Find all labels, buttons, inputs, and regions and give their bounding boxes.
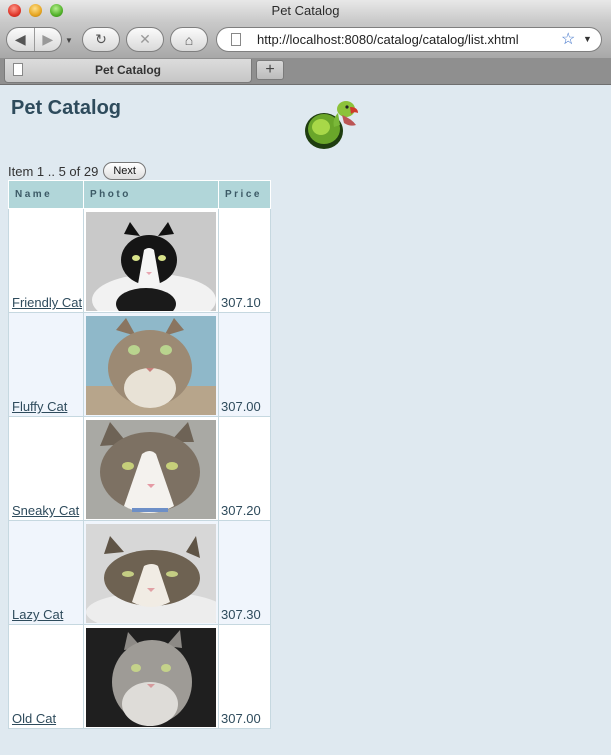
cat-tabby-looking-up-icon (86, 316, 216, 415)
home-icon: ⌂ (184, 31, 194, 48)
minimize-window-button[interactable] (29, 4, 42, 17)
cat-black-white-icon (86, 212, 216, 311)
page-title: Pet Catalog (11, 97, 122, 119)
price-cell: 307.00 (218, 624, 271, 729)
table-row: Old Cat 307.00 (8, 624, 271, 729)
pet-name-link[interactable]: Fluffy Cat (12, 399, 67, 414)
home-button[interactable]: ⌂ (170, 27, 208, 52)
bookmark-star-icon[interactable]: ☆ (561, 28, 575, 51)
column-header-price: Price (218, 180, 271, 209)
window-title: Pet Catalog (271, 3, 340, 18)
pager-status: Item 1 .. 5 of 29 (8, 163, 99, 179)
photo-cell (83, 624, 219, 729)
table-row: Friendly Cat 307.10 (8, 208, 271, 313)
cat-tabby-white-icon (86, 420, 216, 519)
table-row: Lazy Cat 307.30 (8, 520, 271, 625)
price-cell: 307.30 (218, 520, 271, 625)
photo-cell (83, 520, 219, 625)
pet-name-link[interactable]: Old Cat (12, 711, 56, 726)
parrot-logo-icon (305, 101, 358, 149)
tab-label: Pet Catalog (94, 63, 161, 77)
name-cell: Sneaky Cat (8, 416, 84, 521)
page-icon (13, 63, 23, 76)
table-row: Sneaky Cat 307.20 (8, 416, 271, 521)
window-titlebar: Pet Catalog (0, 0, 611, 22)
photo-cell (83, 416, 219, 521)
name-cell: Lazy Cat (8, 520, 84, 625)
pet-table: Name Photo Price Friendly Cat 307.10 Flu… (8, 180, 271, 729)
url-text: http://localhost:8080/catalog/catalog/li… (257, 32, 519, 47)
stop-button[interactable]: ✕ (126, 27, 164, 52)
tab-bar: Pet Catalog + (0, 58, 611, 85)
page-icon (231, 33, 241, 46)
close-window-button[interactable] (8, 4, 21, 17)
stop-icon: ✕ (139, 31, 151, 47)
next-button[interactable]: Next (103, 162, 146, 180)
pager: Item 1 .. 5 of 29 Next (8, 162, 146, 180)
table-row: Fluffy Cat 307.00 (8, 312, 271, 417)
photo-cell (83, 208, 219, 313)
back-forward-group: ◀ ▶ (6, 27, 62, 52)
zoom-window-button[interactable] (50, 4, 63, 17)
table-header-row: Name Photo Price (8, 180, 271, 209)
plus-icon: + (265, 61, 275, 78)
tab-pet-catalog[interactable]: Pet Catalog (4, 59, 252, 83)
url-dropdown-icon[interactable]: ▼ (583, 28, 592, 51)
address-bar[interactable]: http://localhost:8080/catalog/catalog/li… (216, 27, 602, 52)
price-cell: 307.20 (218, 416, 271, 521)
history-dropdown-icon[interactable]: ▼ (65, 36, 73, 45)
name-cell: Friendly Cat (8, 208, 84, 313)
pet-name-link[interactable]: Friendly Cat (12, 295, 82, 310)
reload-button[interactable]: ↻ (82, 27, 120, 52)
back-icon[interactable]: ◀ (7, 31, 34, 48)
new-tab-button[interactable]: + (256, 60, 284, 80)
column-header-name: Name (8, 180, 84, 209)
column-header-photo: Photo (83, 180, 219, 209)
name-cell: Fluffy Cat (8, 312, 84, 417)
cat-lying-tabby-icon (86, 524, 216, 623)
price-cell: 307.10 (218, 208, 271, 313)
pet-name-link[interactable]: Sneaky Cat (12, 503, 79, 518)
forward-icon[interactable]: ▶ (34, 31, 61, 48)
pet-name-link[interactable]: Lazy Cat (12, 607, 63, 622)
reload-icon: ↻ (95, 31, 107, 47)
photo-cell (83, 312, 219, 417)
page-content: Pet Catalog Item 1 .. 5 of 29 Next Name … (0, 85, 611, 755)
browser-toolbar: ◀ ▶ ▼ ↻ ✕ ⌂ http://localhost:8080/catalo… (0, 22, 611, 58)
name-cell: Old Cat (8, 624, 84, 729)
cat-grey-fluffy-icon (86, 628, 216, 727)
price-cell: 307.00 (218, 312, 271, 417)
